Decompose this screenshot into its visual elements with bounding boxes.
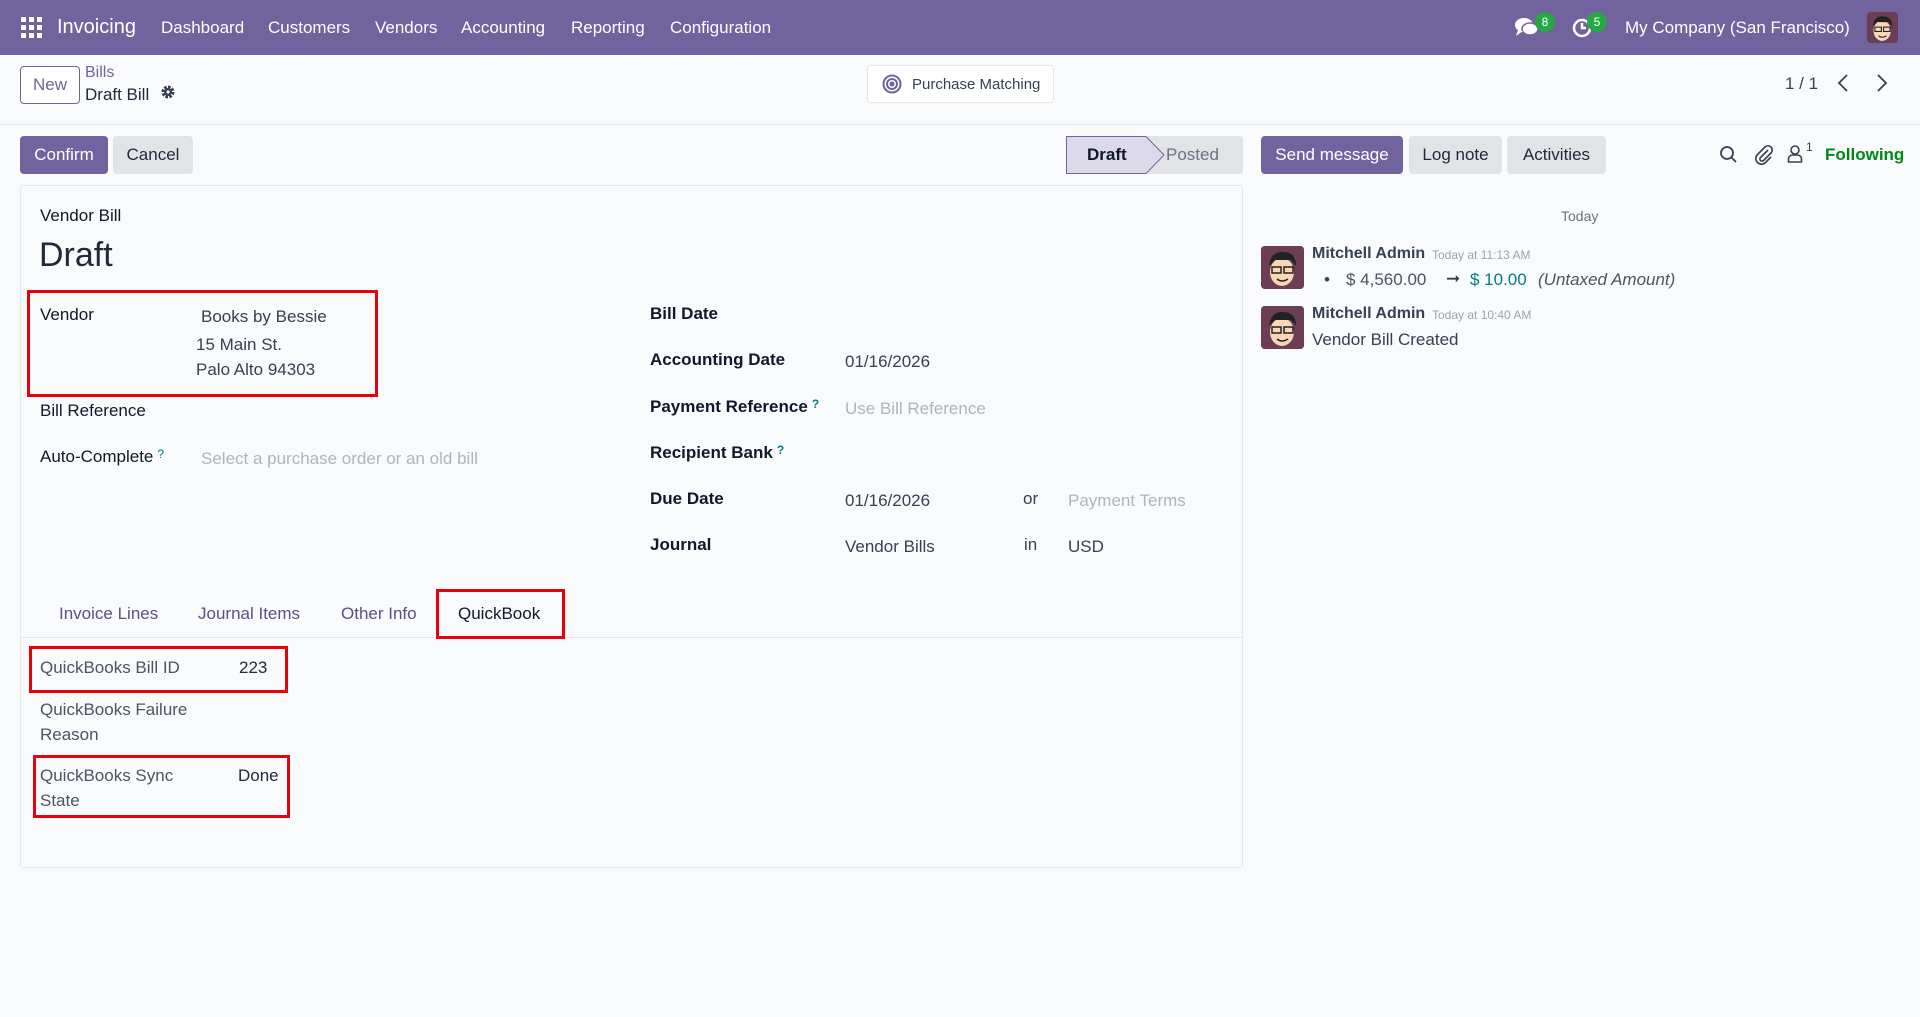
auto-complete-label: Auto-Complete?	[40, 447, 164, 467]
message-author[interactable]: Mitchell Admin	[1312, 245, 1425, 263]
tab-journal-items[interactable]: Journal Items	[198, 604, 300, 624]
qb-sync-label-2: State	[40, 791, 80, 810]
breadcrumb-bills[interactable]: Bills	[85, 64, 114, 82]
gear-icon[interactable]	[160, 84, 176, 100]
menu-vendors[interactable]: Vendors	[375, 0, 437, 55]
message-time: Today at 11:13 AM	[1432, 248, 1531, 262]
user-avatar[interactable]	[1867, 12, 1898, 43]
accounting-date-input[interactable]: 01/16/2026	[845, 352, 930, 372]
payment-reference-label: Payment Reference?	[650, 397, 819, 417]
tab-other-info[interactable]: Other Info	[341, 604, 417, 624]
qb-bill-id-value: 223	[239, 658, 268, 677]
payment-reference-input[interactable]: Use Bill Reference	[845, 399, 986, 419]
journal-in: in	[1024, 535, 1038, 554]
journal-input[interactable]: Vendor Bills	[845, 537, 935, 557]
tracking-new-value: $ 10.00	[1470, 270, 1527, 289]
due-date-label: Due Date	[650, 489, 724, 508]
bill-date-input[interactable]	[845, 300, 1225, 328]
message-body: Vendor Bill Created	[1312, 330, 1459, 349]
arrow-right-icon: ➞	[1446, 269, 1461, 288]
pager-value[interactable]: 1 / 1	[1785, 74, 1818, 94]
message-avatar[interactable]	[1261, 306, 1304, 349]
control-panel-divider	[0, 124, 1920, 125]
log-note-button[interactable]: Log note	[1409, 136, 1502, 174]
search-icon[interactable]	[1719, 145, 1738, 164]
tracking-old-value: $ 4,560.00	[1346, 270, 1427, 289]
qb-sync-value: Done	[238, 766, 279, 785]
top-navbar: Invoicing Dashboard Customers Vendors Ac…	[0, 0, 1920, 55]
messages-badge: 8	[1535, 12, 1555, 32]
followers-icon[interactable]	[1787, 144, 1803, 163]
pager-next-icon[interactable]	[1875, 72, 1889, 94]
journal-label: Journal	[650, 535, 712, 554]
recipient-bank-input[interactable]	[845, 440, 1225, 468]
apps-menu-icon[interactable]	[21, 17, 42, 38]
menu-accounting[interactable]: Accounting	[461, 0, 545, 55]
activities-badge: 5	[1587, 12, 1607, 32]
bill-date-label: Bill Date	[650, 304, 719, 323]
help-icon[interactable]: ?	[812, 397, 819, 411]
bill-reference-label: Bill Reference	[40, 401, 146, 420]
purchase-matching-label: Purchase Matching	[912, 75, 1041, 93]
vendor-label: Vendor	[40, 305, 94, 324]
due-date-or: or	[1023, 489, 1039, 508]
menu-customers[interactable]: Customers	[268, 0, 350, 55]
stage-posted[interactable]: Posted	[1166, 145, 1219, 165]
message-avatar[interactable]	[1261, 246, 1304, 289]
auto-complete-label-text: Auto-Complete	[40, 447, 154, 466]
vendor-street: 15 Main St.	[196, 335, 282, 354]
app-name[interactable]: Invoicing	[57, 0, 136, 55]
purchase-matching-button[interactable]: Purchase Matching	[867, 65, 1054, 103]
vendor-city: Palo Alto 94303	[196, 360, 316, 379]
currency-input[interactable]: USD	[1068, 537, 1104, 557]
date-separator: Today	[1561, 208, 1599, 224]
auto-complete-input[interactable]: Select a purchase order or an old bill	[201, 449, 478, 469]
message-time: Today at 10:40 AM	[1432, 308, 1532, 322]
help-icon[interactable]: ?	[777, 443, 784, 457]
vendor-name[interactable]: Books by Bessie	[201, 307, 327, 327]
qb-bill-id-label: QuickBooks Bill ID	[40, 658, 180, 677]
menu-reporting[interactable]: Reporting	[571, 0, 645, 55]
following-button[interactable]: Following	[1825, 145, 1904, 165]
paperclip-icon[interactable]	[1754, 143, 1774, 165]
new-button[interactable]: New	[20, 66, 80, 104]
messages-button[interactable]: 8	[1515, 12, 1555, 38]
tracking-field: (Untaxed Amount)	[1538, 270, 1676, 289]
activities-button[interactable]: 5	[1571, 12, 1607, 39]
breadcrumb-current: Draft Bill	[85, 85, 150, 104]
company-switcher[interactable]: My Company (San Francisco)	[1625, 0, 1850, 55]
form-title: Draft	[39, 236, 113, 274]
message-author[interactable]: Mitchell Admin	[1312, 305, 1425, 323]
payment-terms-input[interactable]: Payment Terms	[1068, 491, 1186, 511]
recipient-bank-label: Recipient Bank?	[650, 443, 784, 463]
bill-reference-input[interactable]	[201, 396, 601, 424]
help-icon[interactable]: ?	[157, 447, 164, 461]
menu-dashboard[interactable]: Dashboard	[161, 0, 244, 55]
bullet: •	[1324, 270, 1330, 289]
activities-button-chatter[interactable]: Activities	[1507, 136, 1606, 174]
pager-previous-icon[interactable]	[1836, 72, 1850, 94]
qb-sync-label-1: QuickBooks Sync	[40, 766, 174, 785]
cancel-button[interactable]: Cancel	[113, 136, 193, 174]
stage-draft[interactable]: Draft	[1087, 145, 1127, 165]
tab-invoice-lines[interactable]: Invoice Lines	[59, 604, 158, 624]
menu-configuration[interactable]: Configuration	[670, 0, 771, 55]
tabs-divider	[20, 637, 1243, 638]
confirm-button[interactable]: Confirm	[20, 136, 108, 174]
followers-count: 1	[1806, 140, 1813, 154]
accounting-date-label: Accounting Date	[650, 350, 786, 369]
due-date-input[interactable]: 01/16/2026	[845, 491, 930, 511]
highlight-quickbook-tab	[436, 589, 565, 639]
statusbar: Draft Posted	[1066, 136, 1243, 174]
qb-failure-label-1: QuickBooks Failure	[40, 700, 188, 719]
form-subtitle: Vendor Bill	[40, 206, 122, 225]
recipient-bank-label-text: Recipient Bank	[650, 443, 773, 462]
payment-reference-label-text: Payment Reference	[650, 397, 808, 416]
target-icon	[882, 74, 902, 94]
qb-failure-label-2: Reason	[40, 725, 99, 744]
send-message-button[interactable]: Send message	[1261, 136, 1403, 174]
